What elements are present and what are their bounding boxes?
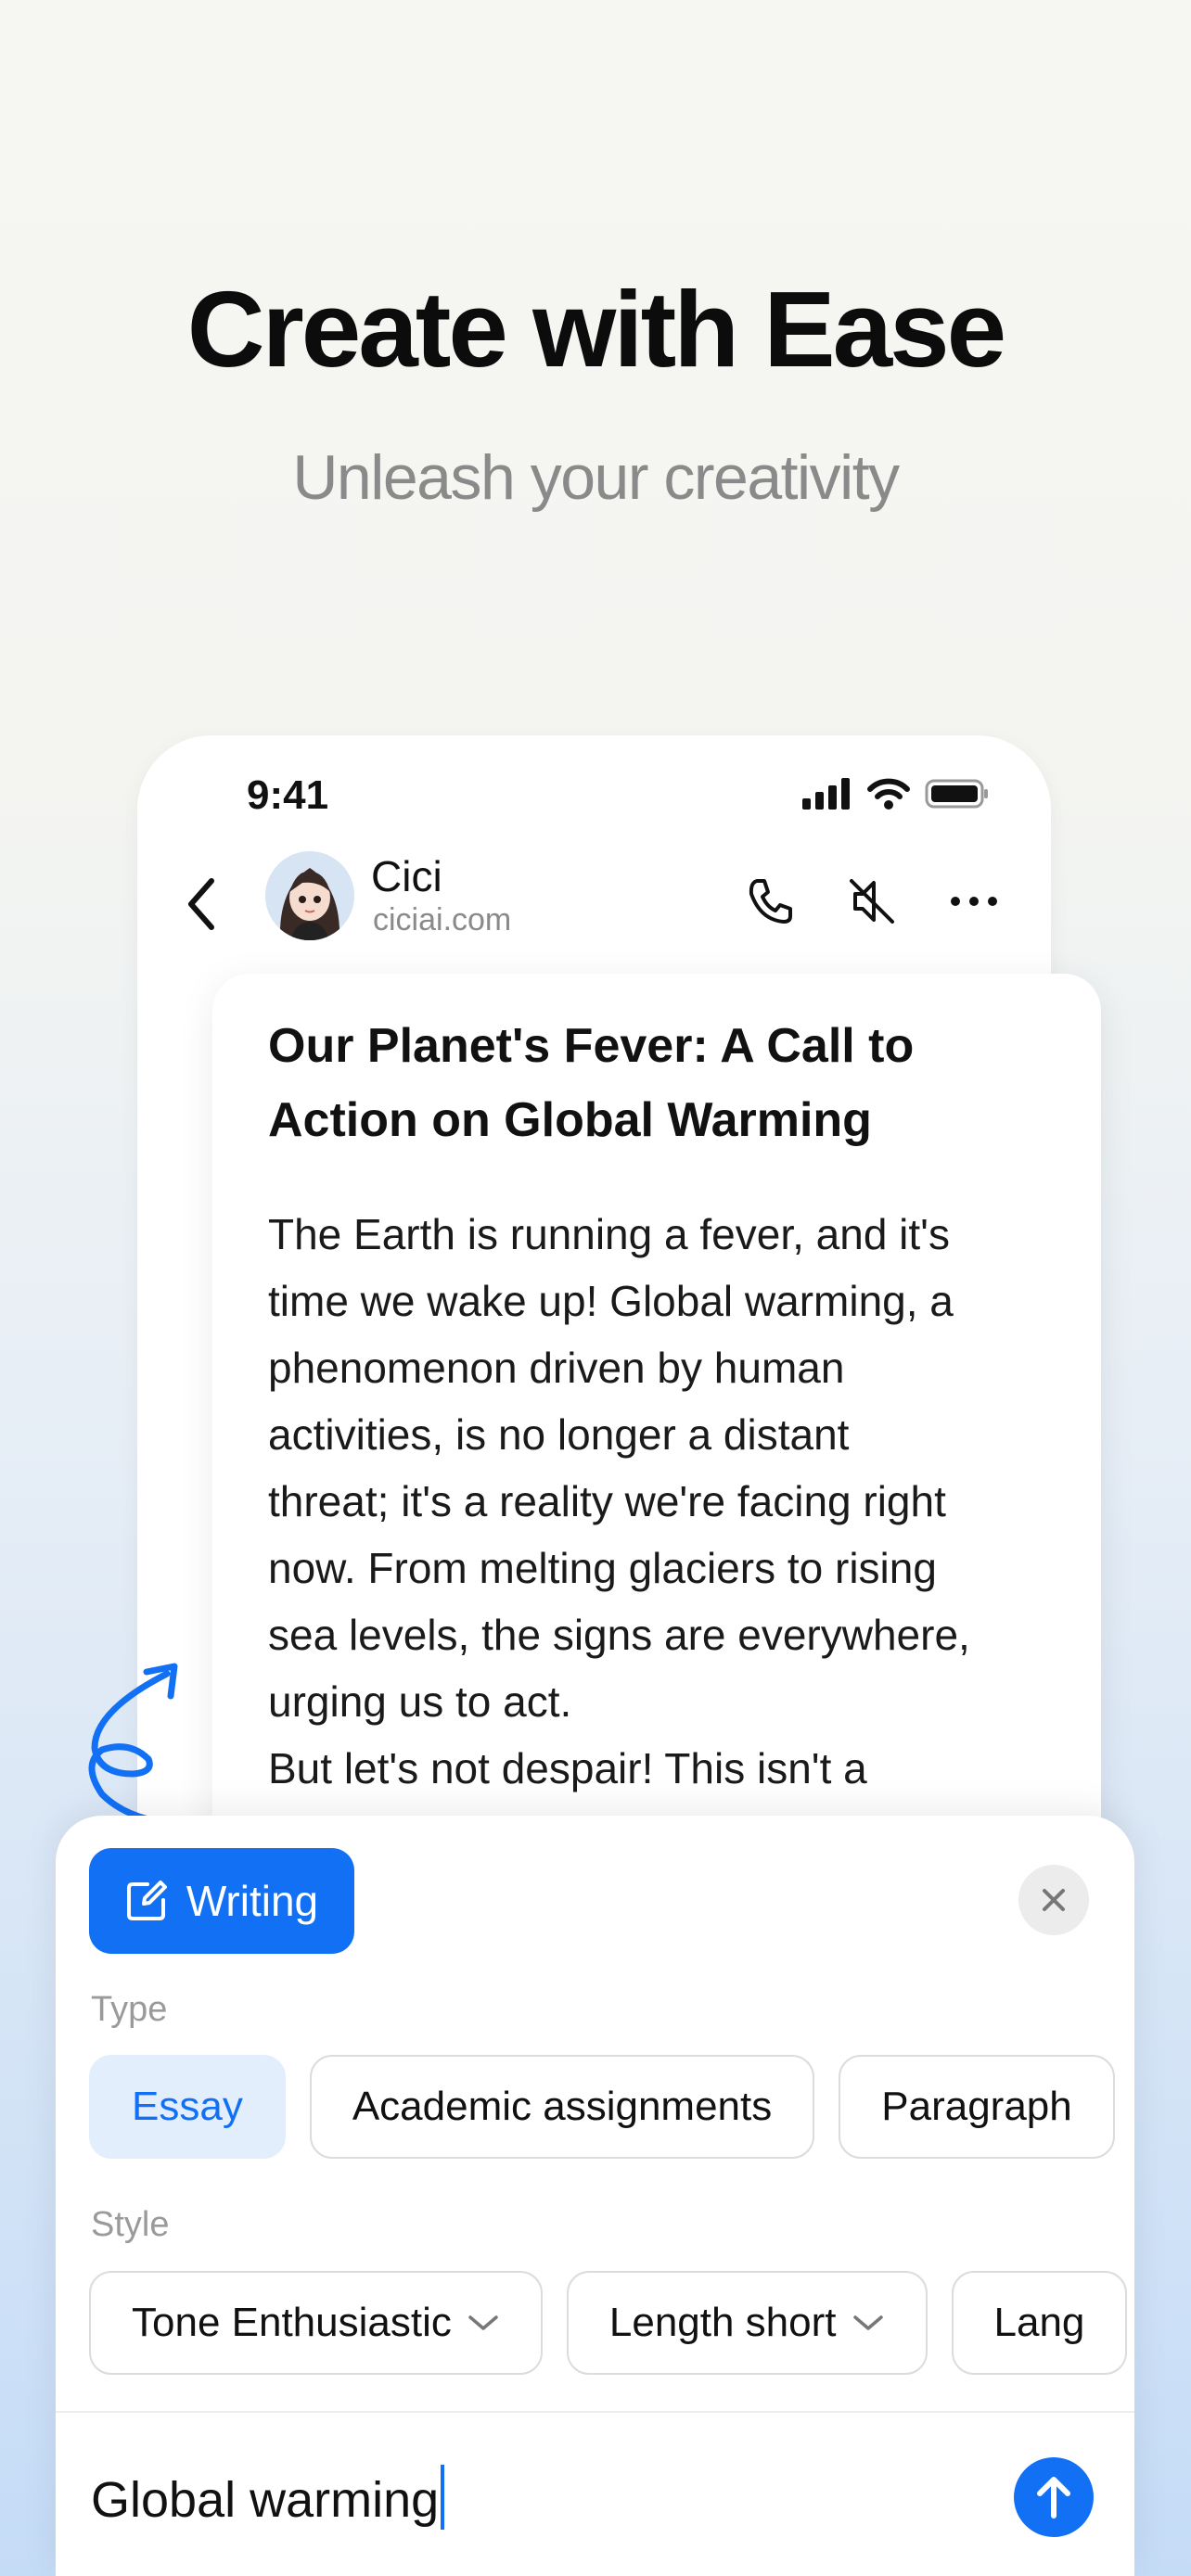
more-icon[interactable] xyxy=(944,872,1004,931)
edit-icon xyxy=(126,1881,167,1920)
curly-arrow-icon xyxy=(88,1663,187,1828)
length-dropdown-label: Length short xyxy=(608,2300,837,2345)
type-chip-paragraph[interactable]: Paragraph xyxy=(839,2055,1115,2159)
status-time: 9:41 xyxy=(247,772,329,818)
writing-mode-label: Writing xyxy=(186,1877,319,1925)
length-dropdown[interactable]: Length short xyxy=(566,2271,928,2375)
type-chip-academic[interactable]: Academic assignments xyxy=(309,2055,815,2159)
article-title: Our Planet's Fever: A Call to Action on … xyxy=(268,1019,915,1147)
back-icon[interactable] xyxy=(174,872,230,937)
writing-mode-button[interactable]: Writing xyxy=(89,1848,354,1954)
article-body: The Earth is running a fever, and it's t… xyxy=(268,1210,970,1792)
article-card: Our Planet's Fever: A Call to Action on … xyxy=(212,974,1101,1901)
hero-title: Create with Ease xyxy=(186,269,1006,389)
phone-icon[interactable] xyxy=(740,872,800,931)
tone-dropdown-label: Tone Enthusiastic xyxy=(132,2300,452,2345)
battery-icon xyxy=(925,779,988,809)
style-label: Style xyxy=(91,2205,170,2244)
close-icon xyxy=(1043,1889,1065,1911)
type-chips: Essay Academic assignments Paragraph xyxy=(89,2055,1115,2159)
wifi-icon xyxy=(867,778,910,810)
language-dropdown-label: Lang xyxy=(993,2300,1085,2345)
chevron-down-icon xyxy=(852,2315,883,2330)
signal-icon xyxy=(802,778,850,810)
chevron-down-icon xyxy=(468,2315,498,2330)
divider xyxy=(56,2411,1134,2413)
type-chip-essay[interactable]: Essay xyxy=(89,2055,286,2159)
arrow-up-icon xyxy=(1037,2477,1070,2519)
avatar[interactable] xyxy=(265,851,354,940)
close-button[interactable] xyxy=(1018,1865,1089,1935)
language-dropdown[interactable]: Lang xyxy=(951,2271,1128,2375)
hero-subtitle: Unleash your creativity xyxy=(292,442,900,513)
mute-icon[interactable] xyxy=(842,872,902,931)
prompt-input-value: Global warming xyxy=(91,2472,440,2528)
type-label: Type xyxy=(91,1990,168,2029)
contact-name: Cici xyxy=(371,852,442,900)
contact-domain: ciciai.com xyxy=(373,902,512,937)
writing-panel: Writing Type Essay Academic assignments … xyxy=(56,1816,1134,2576)
style-chips: Tone Enthusiastic Length short Lang xyxy=(89,2271,1128,2375)
text-caret xyxy=(441,2465,445,2530)
chat-header: Cici ciciai.com xyxy=(137,851,1051,953)
prompt-input[interactable]: Global warming xyxy=(91,2465,445,2530)
status-icons xyxy=(802,778,990,810)
tone-dropdown[interactable]: Tone Enthusiastic xyxy=(89,2271,543,2375)
send-button[interactable] xyxy=(1014,2457,1094,2537)
